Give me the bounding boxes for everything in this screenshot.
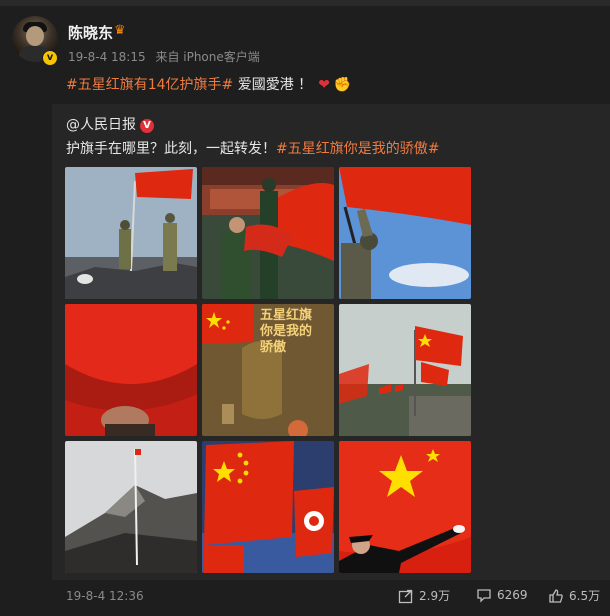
image-honor-guard-forbidden-city[interactable] [202,167,334,299]
share-icon [398,589,413,603]
heart-emoji-icon: ❤ [318,77,330,93]
image-honor-guard-throwing-flag[interactable] [339,441,471,573]
crown-icon: ♛ [114,23,126,38]
comment-button[interactable]: 6269 [476,587,528,603]
poster-calligraphy: 五星红旗你是我的骄傲 [260,308,313,355]
image-china-hk-flags[interactable] [202,441,334,573]
post-footer: 19-8-4 12:36 2.9万 6269 6.5万 [0,580,610,616]
image-grid: 五星红旗你是我的骄傲 [65,167,471,573]
comment-icon [477,589,491,603]
repost-body: 护旗手在哪里？此刻，一起转发！ [66,141,276,157]
image-flags-great-wall[interactable] [339,304,471,436]
image-soldier-holding-flag-sky[interactable] [339,167,471,299]
repost-date[interactable]: 19-8-4 12:36 [66,589,144,603]
post-body: 爱國愛港 ！ [237,77,313,93]
fist-emoji-icon: ✊ [333,77,352,93]
hashtag-link[interactable]: #五星红旗有14亿护旗手# [66,77,233,93]
comment-count: 6269 [497,588,528,602]
post-source: 来自 iPhone客户端 [155,50,260,64]
repost-card: @人民日报 V 护旗手在哪里？此刻，一起转发！#五星红旗你是我的骄傲# 五星红旗… [52,104,610,580]
image-soldiers-mountain-flag[interactable] [65,167,197,299]
share-button[interactable]: 2.9万 [398,587,450,604]
like-button[interactable]: 6.5万 [548,587,600,604]
image-flag-poster[interactable]: 五星红旗你是我的骄傲 [202,304,334,436]
like-count: 6.5万 [569,589,601,603]
repost-hashtag-link[interactable]: #五星红旗你是我的骄傲# [276,141,439,157]
verified-badge-icon: v [42,50,58,66]
repost-author-link[interactable]: @人民日报 [66,117,136,133]
post-date[interactable]: 19-8-4 18:15 [68,50,146,64]
post-text: #五星红旗有14亿护旗手# 爱國愛港 ！ ❤ ✊ [66,74,351,94]
repost-author: @人民日报 V [66,114,154,134]
repost-text: 护旗手在哪里？此刻，一起转发！#五星红旗你是我的骄傲# [66,138,439,158]
author-name[interactable]: 陈晓东 [68,22,113,43]
image-hand-raising-flag[interactable] [65,304,197,436]
top-bar [0,0,610,6]
image-flagpole-misty-mountain[interactable] [65,441,197,573]
share-count: 2.9万 [419,589,451,603]
post-meta: 19-8-4 18:15 来自 iPhone客户端 [68,48,266,65]
red-v-verified-icon: V [140,119,154,133]
like-icon [549,588,563,603]
